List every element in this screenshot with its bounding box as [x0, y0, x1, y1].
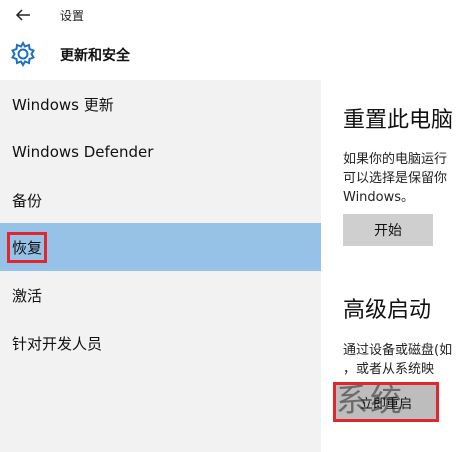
nav-item-backup[interactable]: 备份: [0, 176, 321, 224]
reset-desc-line: Windows。: [343, 190, 415, 205]
nav-item-windows-defender[interactable]: Windows Defender: [0, 128, 321, 176]
advanced-desc-line: 通过设备或磁盘(如: [343, 343, 453, 358]
title-bar: 设置 更新和安全: [0, 0, 463, 80]
settings-window: 设置 更新和安全 Windows 更新 Windows Defender 备份 …: [0, 0, 463, 452]
reset-desc-line: 可以选择是保留你: [343, 171, 448, 186]
window-title: 设置: [60, 9, 85, 23]
nav-item-developers[interactable]: 针对开发人员: [0, 319, 321, 367]
gear-icon: [11, 41, 35, 67]
nav-item-label: 激活: [12, 286, 43, 305]
nav-item-recovery[interactable]: 恢复: [0, 223, 321, 271]
nav-item-label: 针对开发人员: [12, 334, 103, 353]
reset-desc-line: 如果你的电脑运行: [343, 152, 448, 167]
advanced-startup-heading: 高级启动: [343, 298, 432, 323]
reset-start-button[interactable]: 开始: [343, 214, 433, 246]
restart-now-button[interactable]: 系统 立即重启: [333, 382, 439, 422]
nav-item-label: Windows Defender: [12, 143, 154, 161]
nav-item-windows-update[interactable]: Windows 更新: [0, 80, 321, 128]
sidebar-nav: Windows 更新 Windows Defender 备份 恢复 激活 针对开…: [0, 80, 321, 452]
main-content: 重置此电脑 如果你的电脑运行 可以选择是保留你 Windows。 开始 高级启动…: [321, 80, 463, 452]
advanced-desc-line: ，或者从系统映: [343, 362, 435, 377]
nav-item-label: Windows 更新: [12, 95, 114, 114]
nav-item-label: 备份: [12, 191, 43, 210]
back-arrow-icon: [15, 9, 30, 21]
nav-item-label: 恢复: [6, 231, 48, 263]
back-button[interactable]: [12, 6, 34, 24]
section-title: 更新和安全: [60, 48, 130, 64]
restart-now-label: 立即重启: [359, 396, 412, 412]
nav-item-activation[interactable]: 激活: [0, 271, 321, 319]
reset-pc-heading: 重置此电脑: [343, 108, 454, 133]
